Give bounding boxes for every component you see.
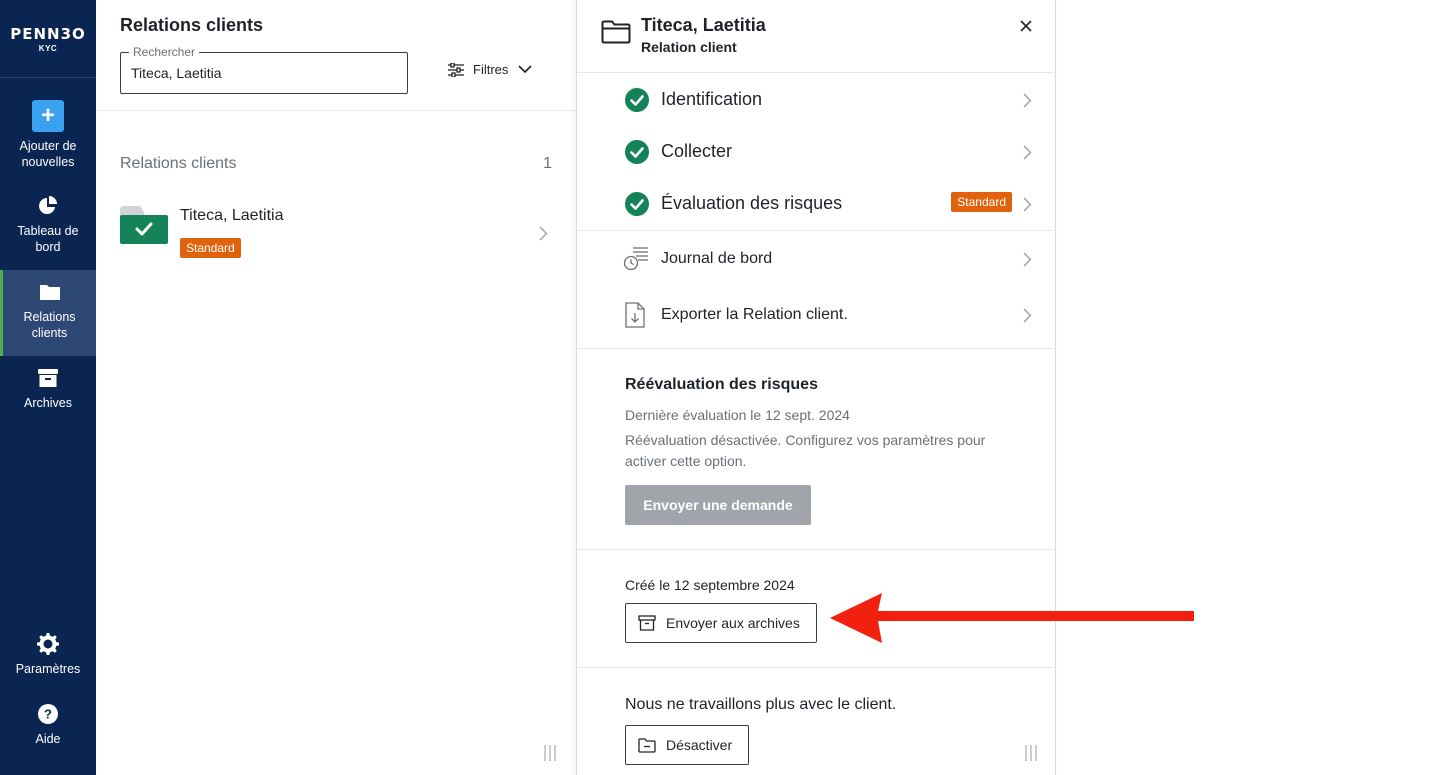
resize-handle[interactable] — [544, 745, 556, 761]
risk-badge: Standard — [180, 238, 241, 258]
client-name: Titeca, Laetitia — [180, 207, 284, 224]
divider — [96, 110, 576, 111]
filters-button[interactable]: Filtres — [448, 62, 541, 77]
last-evaluation-date: Dernière évaluation le 12 sept. 2024 — [625, 407, 850, 423]
log-clock-icon — [623, 247, 648, 271]
check-circle-icon — [625, 88, 649, 112]
risk-badge: Standard — [951, 192, 1012, 212]
chevron-right-icon — [1023, 145, 1032, 160]
help-icon: ? — [38, 704, 58, 724]
step-collect[interactable]: Collecter — [577, 126, 1056, 178]
reevaluation-title: Réévaluation des risques — [625, 376, 818, 393]
action-label: Journal de bord — [661, 250, 773, 267]
check-circle-icon — [625, 140, 649, 164]
sidebar: PENN3O KYC + Ajouter de nouvelles Tablea… — [0, 0, 96, 775]
logo-subtext: KYC — [38, 43, 58, 53]
logo-text: PENN3O — [10, 24, 86, 43]
created-date: Créé le 12 septembre 2024 — [625, 577, 795, 593]
annotation-arrow-icon — [830, 593, 1194, 643]
sidebar-item-label: Archives — [24, 396, 72, 410]
chevron-right-icon — [1023, 308, 1032, 323]
logo[interactable]: PENN3O KYC — [0, 0, 96, 78]
search-field[interactable]: Rechercher — [120, 45, 408, 94]
divider — [577, 549, 1056, 550]
sidebar-item-add-new[interactable]: + Ajouter de nouvelles — [0, 100, 96, 172]
step-risk-assessment[interactable]: Évaluation des risques Standard — [577, 178, 1056, 230]
action-label: Exporter la Relation client. — [661, 306, 848, 323]
pie-chart-icon — [39, 196, 57, 214]
chevron-down-icon — [518, 65, 532, 74]
action-export[interactable]: Exporter la Relation client. — [577, 287, 1056, 343]
client-row[interactable]: Titeca, Laetitia Standard — [120, 200, 556, 266]
sidebar-item-label: Paramètres — [15, 662, 81, 676]
gear-icon — [37, 633, 59, 655]
section-label: Relations clients — [120, 155, 237, 172]
close-icon[interactable] — [1018, 18, 1034, 34]
resize-handle[interactable] — [1025, 745, 1037, 761]
sidebar-item-settings[interactable]: Paramètres — [0, 633, 96, 679]
archive-icon — [38, 369, 58, 387]
sliders-icon — [448, 62, 464, 77]
button-label: Envoyer aux archives — [666, 615, 800, 631]
divider — [577, 348, 1056, 349]
chevron-right-icon — [539, 226, 548, 241]
check-circle-icon — [625, 192, 649, 216]
chevron-right-icon — [1023, 93, 1032, 108]
sidebar-item-label: Aide — [35, 732, 61, 746]
step-identification[interactable]: Identification — [577, 74, 1056, 126]
step-label: Collecter — [661, 141, 733, 161]
divider — [577, 667, 1056, 668]
sidebar-item-archives[interactable]: Archives — [0, 367, 96, 413]
sidebar-item-label: Tableau de bord — [17, 224, 79, 254]
sidebar-item-client-relations[interactable]: Relations clients — [0, 270, 96, 356]
client-detail-panel: Titeca, Laetitia Relation client Identif… — [576, 0, 1056, 775]
action-log[interactable]: Journal de bord — [577, 231, 1056, 287]
page-title: Relations clients — [120, 15, 264, 35]
folder-outline-icon — [601, 20, 631, 44]
client-list-panel: Relations clients Rechercher Filtres Rel… — [96, 0, 576, 775]
deactivate-description: Nous ne travaillons plus avec le client. — [625, 696, 897, 713]
folder-minus-icon — [638, 737, 656, 753]
send-request-button[interactable]: Envoyer une demande — [625, 485, 811, 525]
folder-icon — [39, 285, 60, 300]
plus-icon: + — [32, 100, 64, 132]
search-input[interactable] — [131, 65, 391, 81]
detail-header: Titeca, Laetitia Relation client — [577, 0, 1056, 73]
search-legend: Rechercher — [129, 45, 200, 59]
detail-subtitle: Relation client — [641, 39, 737, 55]
folder-check-icon — [120, 206, 168, 244]
svg-text:?: ? — [44, 707, 52, 722]
sidebar-item-help[interactable]: ? Aide — [0, 703, 96, 749]
sidebar-item-label: Ajouter de nouvelles — [19, 139, 77, 169]
export-file-icon — [625, 302, 645, 328]
result-count: 1 — [543, 155, 552, 172]
send-to-archives-button[interactable]: Envoyer aux archives — [625, 603, 817, 643]
reevaluation-description: Réévaluation désactivée. Configurez vos … — [625, 432, 986, 469]
step-label: Identification — [661, 89, 763, 109]
archive-box-icon — [638, 615, 656, 631]
step-label: Évaluation des risques — [661, 193, 843, 213]
filters-label: Filtres — [473, 62, 509, 77]
button-label: Désactiver — [666, 737, 733, 753]
sidebar-item-dashboard[interactable]: Tableau de bord — [0, 195, 96, 261]
chevron-right-icon — [1023, 197, 1032, 212]
chevron-right-icon — [1023, 252, 1032, 267]
deactivate-button[interactable]: Désactiver — [625, 725, 750, 765]
sidebar-item-label: Relations clients — [23, 310, 76, 340]
detail-title: Titeca, Laetitia — [641, 15, 766, 35]
